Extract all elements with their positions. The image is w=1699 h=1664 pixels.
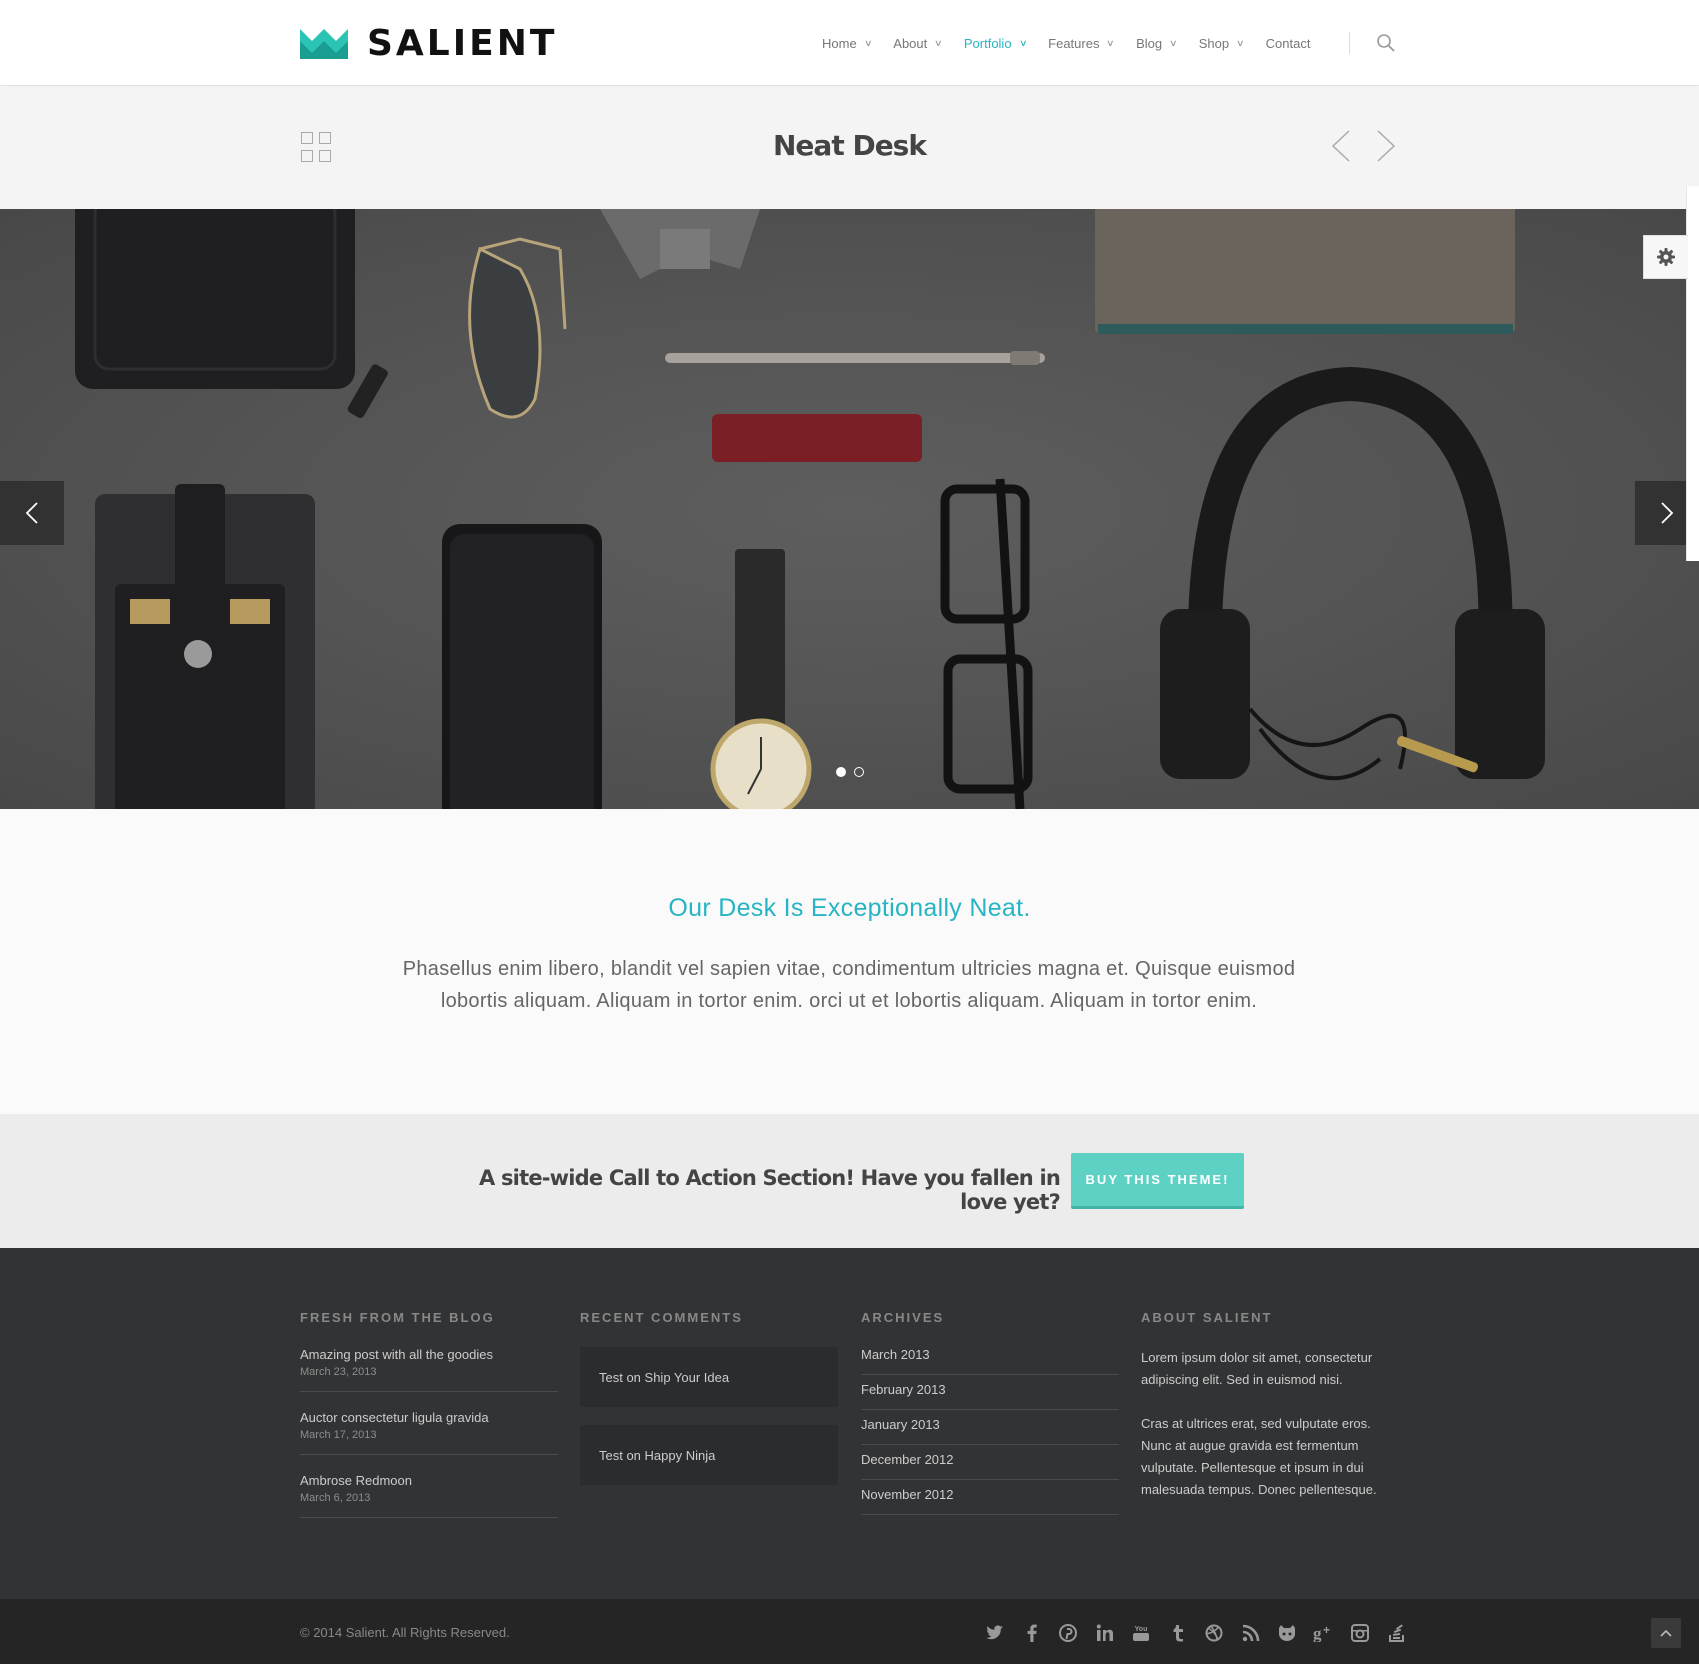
about-paragraph-2: Cras at ultrices erat, sed vulputate ero…	[1141, 1416, 1377, 1497]
comment-link[interactable]: Test on Ship Your Idea	[580, 1347, 838, 1407]
project-title-bar: Neat Desk	[0, 87, 1699, 209]
nav-item-label: Contact	[1265, 35, 1311, 51]
stackexchange-icon[interactable]	[1385, 1621, 1409, 1645]
arrow-left-icon[interactable]	[1330, 129, 1352, 168]
footer-comments-widget: RECENT COMMENTS Test on Ship Your Idea Te…	[580, 1310, 838, 1503]
svg-text:+: +	[1323, 1624, 1330, 1637]
hero-image	[75, 209, 1545, 809]
blog-post-date: March 6, 2013	[300, 1492, 371, 1504]
pinterest-icon[interactable]	[1056, 1621, 1080, 1645]
nav-item-portfolio[interactable]: Portfolio ∨	[963, 35, 1028, 51]
brand-name: SALIENT	[367, 23, 558, 64]
intro-section: Our Desk Is Exceptionally Neat. Phasellu…	[0, 809, 1699, 1114]
blog-post-date: March 23, 2013	[300, 1366, 377, 1378]
chevron-down-icon: ∨	[934, 37, 943, 48]
cta-text: A site-wide Call to Action Section! Have…	[479, 1166, 1061, 1214]
nav-item-about[interactable]: About ∨	[893, 35, 943, 51]
crown-logo-icon	[300, 29, 348, 59]
nav-item-label: About	[893, 35, 928, 51]
footer-blog-widget: FRESH FROM THE BLOG Amazing post with al…	[300, 1310, 558, 1536]
footer-about-widget: ABOUT SALIENT Lorem ipsum dolor sit amet…	[1141, 1310, 1399, 1523]
instagram-icon[interactable]	[1348, 1621, 1372, 1645]
svg-text:g: g	[1313, 1624, 1322, 1642]
slider-dot-2[interactable]	[854, 767, 864, 777]
hero-slider	[0, 209, 1699, 809]
widget-heading: FRESH FROM THE BLOG	[300, 1310, 495, 1325]
slider-dot-1[interactable]	[836, 767, 846, 777]
back-to-top-button[interactable]	[1651, 1618, 1681, 1648]
blog-post-item: Ambrose Redmoon March 6, 2013	[300, 1473, 558, 1518]
twitter-icon[interactable]	[983, 1621, 1007, 1645]
nav-item-label: Home	[822, 35, 857, 51]
archive-link[interactable]: December 2012	[861, 1445, 1119, 1480]
blog-post-link[interactable]: Ambrose Redmoon	[300, 1473, 558, 1488]
chevron-down-icon: ∨	[1106, 37, 1116, 48]
slider-prev-button[interactable]	[0, 481, 64, 545]
chevron-up-icon	[1660, 1629, 1672, 1637]
archive-link[interactable]: January 2013	[861, 1410, 1119, 1445]
blog-post-date: March 17, 2013	[300, 1429, 377, 1441]
archive-link[interactable]: March 2013	[861, 1347, 1119, 1375]
arrow-right-icon[interactable]	[1375, 129, 1397, 168]
widget-heading: ABOUT SALIENT	[1141, 1310, 1273, 1325]
copyright-text: © 2014 Salient. All Rights Reserved.	[300, 1625, 510, 1640]
widget-heading: RECENT COMMENTS	[580, 1310, 743, 1325]
call-to-action-section: A site-wide Call to Action Section! Have…	[0, 1114, 1699, 1248]
comment-link[interactable]: Test on Happy Ninja	[580, 1425, 838, 1485]
social-links: You g +	[983, 1621, 1421, 1645]
svg-text:You: You	[1135, 1626, 1148, 1633]
widget-heading: ARCHIVES	[861, 1310, 945, 1325]
blog-post-link[interactable]: Auctor consectetur ligula gravida	[300, 1410, 558, 1425]
nav-item-blog[interactable]: Blog ∨	[1136, 35, 1178, 51]
buy-theme-button[interactable]: BUY THIS THEME!	[1071, 1153, 1244, 1209]
chevron-left-icon	[25, 502, 38, 524]
footer-bottom-bar: © 2014 Salient. All Rights Reserved. You…	[0, 1599, 1699, 1664]
about-paragraph-1: Lorem ipsum dolor sit amet, consectetur …	[1141, 1350, 1373, 1387]
chevron-down-icon: ∨	[1169, 37, 1178, 48]
nav-item-features[interactable]: Features ∨	[1048, 35, 1116, 51]
gear-icon	[1657, 248, 1675, 266]
github-icon[interactable]	[1275, 1621, 1299, 1645]
chevron-down-icon: ∨	[1236, 37, 1245, 48]
nav-item-shop[interactable]: Shop ∨	[1198, 35, 1245, 51]
blog-post-item: Amazing post with all the goodies March 2…	[300, 1347, 558, 1392]
site-header: SALIENT Home ∨ About ∨ Portfolio ∨ Features ∨ Bl…	[0, 0, 1699, 86]
archive-link[interactable]: February 2013	[861, 1375, 1119, 1410]
chevron-down-icon: ∨	[863, 37, 873, 48]
nav-divider	[1349, 32, 1350, 54]
nav-item-label: Shop	[1198, 35, 1230, 51]
google-plus-icon[interactable]: g +	[1312, 1621, 1336, 1645]
blog-post-item: Auctor consectetur ligula gravida March 1…	[300, 1410, 558, 1455]
dribbble-icon[interactable]	[1202, 1621, 1226, 1645]
footer-widgets: FRESH FROM THE BLOG Amazing post with al…	[0, 1248, 1699, 1599]
nav-item-label: Blog	[1136, 35, 1163, 51]
page-title: Neat Desk	[773, 129, 927, 162]
rss-icon[interactable]	[1239, 1621, 1263, 1645]
search-icon[interactable]	[1376, 33, 1396, 58]
logo[interactable]: SALIENT	[300, 26, 557, 62]
intro-body: Phasellus enim libero, blandit vel sapie…	[402, 958, 1296, 1012]
main-nav: Home ∨ About ∨ Portfolio ∨ Features ∨ Blog ∨ Shop ∨…	[822, 34, 1332, 52]
intro-heading: Our Desk Is Exceptionally Neat.	[668, 894, 1031, 922]
chevron-down-icon: ∨	[1018, 37, 1028, 48]
chevron-right-icon	[1661, 502, 1674, 524]
blog-post-link[interactable]: Amazing post with all the goodies	[300, 1347, 558, 1362]
tumblr-icon[interactable]	[1166, 1621, 1190, 1645]
youtube-icon[interactable]: You	[1129, 1621, 1153, 1645]
settings-button[interactable]	[1643, 235, 1688, 279]
linkedin-icon[interactable]	[1093, 1621, 1117, 1645]
facebook-icon[interactable]	[1020, 1621, 1044, 1645]
nav-item-contact[interactable]: Contact	[1266, 36, 1311, 51]
slider-pagination	[836, 767, 872, 777]
nav-item-home[interactable]: Home ∨	[822, 35, 873, 51]
nav-item-label: Features	[1048, 35, 1100, 51]
archive-link[interactable]: November 2012	[861, 1480, 1119, 1515]
footer-archives-widget: ARCHIVES March 2013 February 2013 January …	[861, 1310, 1119, 1515]
nav-item-label: Portfolio	[963, 35, 1012, 51]
